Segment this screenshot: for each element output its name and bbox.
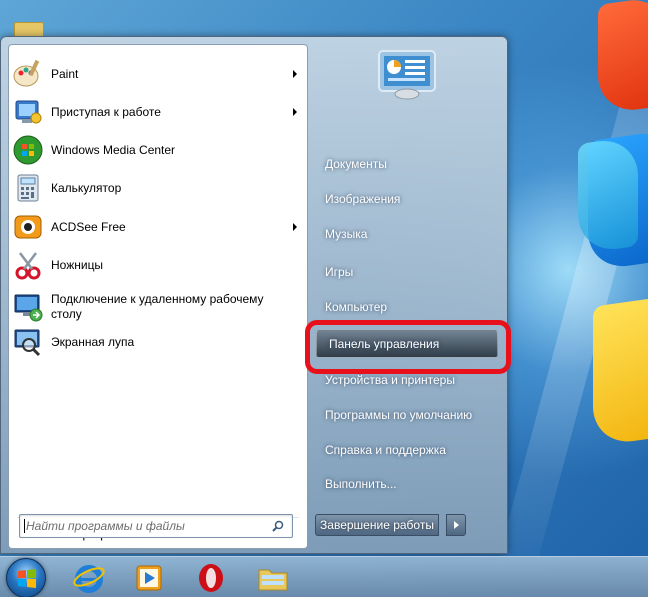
program-label: Ножницы [51,257,104,272]
opera-icon[interactable] [194,561,228,595]
program-label: Подключение к удаленному рабочему столу [51,292,264,321]
windows-logo-lightblue-piece [578,135,638,255]
start-orb-icon[interactable] [6,558,46,597]
submenu-arrow-icon[interactable] [293,223,297,231]
menu-item-label: Программы по умолчанию [325,408,473,422]
program-label: Калькулятор [51,180,122,195]
programs-pane: Paint Приступая к работе Windows Media C… [8,44,308,549]
menu-item-default-programs[interactable]: Программы по умолчанию [313,400,499,430]
program-item-media-center[interactable]: Windows Media Center [9,131,307,169]
program-item-snipping-tool[interactable]: Ножницы [9,246,307,284]
program-item-getting-started[interactable]: Приступая к работе [9,93,307,131]
menu-item-label: Изображения [325,192,401,206]
menu-item-label: Игры [325,265,354,279]
acdsee-icon [12,211,44,243]
shutdown-label: Завершение работы [320,518,434,532]
program-item-paint[interactable]: Paint [9,55,307,93]
taskbar [0,556,648,597]
magnifier-icon [12,326,44,358]
program-item-remote-desktop[interactable]: Подключение к удаленному рабочему столу [9,286,307,328]
paint-icon [12,58,44,90]
getting-started-icon [12,96,44,128]
media-player-icon[interactable] [132,561,166,595]
menu-item-music[interactable]: Музыка [313,219,499,249]
search-icon[interactable] [272,520,284,532]
media-center-icon [12,134,44,166]
menu-item-label: Устройства и принтеры [325,373,455,387]
program-label: Приступая к работе [51,104,161,119]
menu-item-label: Компьютер [325,300,388,314]
program-label: Экранная лупа [51,334,135,349]
menu-item-label: Выполнить... [325,477,397,491]
remote-desktop-icon [12,291,44,323]
text-caret [24,519,25,533]
scissors-icon [12,249,44,281]
program-label: ACDSee Free [51,219,126,234]
program-item-acdsee[interactable]: ACDSee Free [9,208,307,246]
windows-logo-yellow-piece [593,293,648,447]
highlight-annotation [305,320,511,374]
menu-item-computer[interactable]: Компьютер [313,292,499,322]
internet-explorer-icon[interactable] [72,561,106,595]
calculator-icon [12,172,44,204]
submenu-arrow-icon[interactable] [293,108,297,116]
menu-item-documents[interactable]: Документы [313,149,499,179]
search-input[interactable]: Найти программы и файлы [19,514,293,538]
menu-item-label: Музыка [325,227,368,241]
menu-item-games[interactable]: Игры [313,257,499,287]
shutdown-button[interactable]: Завершение работы [315,514,439,536]
program-item-calculator[interactable]: Калькулятор [9,169,307,207]
program-label: Paint [51,66,79,81]
submenu-arrow-icon[interactable] [293,70,297,78]
menu-item-run[interactable]: Выполнить... [313,469,499,499]
menu-item-label: Документы [325,157,387,171]
program-label: Windows Media Center [51,142,176,157]
search-placeholder: Найти программы и файлы [26,519,185,533]
menu-item-pictures[interactable]: Изображения [313,184,499,214]
control-panel-picture [378,50,436,100]
menu-item-label: Справка и поддержка [325,443,446,457]
program-item-magnifier[interactable]: Экранная лупа [9,323,307,361]
windows-logo-red-piece [598,0,648,115]
menu-item-help-support[interactable]: Справка и поддержка [313,435,499,465]
shutdown-options-button[interactable] [446,514,466,536]
explorer-folder-icon[interactable] [256,561,290,595]
